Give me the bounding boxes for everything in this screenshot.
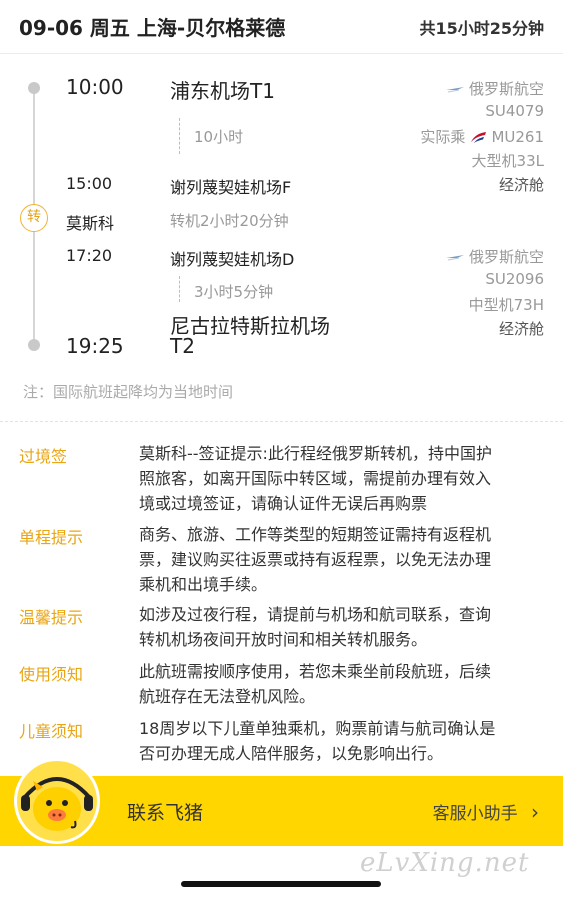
segment1-flight-no: SU4079 (485, 102, 544, 120)
chevron-right-icon: › (531, 800, 539, 824)
aeroflot-logo-icon (445, 86, 464, 92)
segment2-arrive-airport-line2: T2 (170, 334, 195, 358)
segment2-dashed-line (179, 276, 180, 302)
transfer-badge: 转 (20, 204, 48, 232)
segment1-arrive-time: 15:00 (66, 174, 113, 193)
contact-fliggy-label[interactable]: 联系飞猪 (127, 798, 203, 825)
notice-line: 转机机场夜间开放时间和相关转机服务。 (139, 630, 428, 649)
notice-label-children: 儿童须知 (19, 722, 84, 741)
segment1-operated-flight: MU261 (491, 127, 544, 146)
segment1-flight-duration: 10小时 (194, 128, 244, 146)
notice-line: 照旅客，如离开国际中转区域，需提前办理有效入 (139, 469, 492, 488)
notice-text-usage: 此航班需按顺序使用，若您未乘坐前段航班，后续 航班存在无法登机风险。 (139, 659, 549, 709)
transfer-info: 转机2小时20分钟 (170, 212, 289, 230)
notice-line: 乘机和出境手续。 (139, 575, 268, 594)
segment1-depart-time: 10:00 (66, 75, 124, 99)
segment2-flight-no: SU2096 (485, 270, 544, 288)
notice-line: 否可办理无成人陪伴服务，以免影响出行。 (139, 744, 444, 763)
segment2-depart-time: 17:20 (66, 246, 113, 265)
notice-line: 18周岁以下儿童单独乘机，购票前请与航司确认是 (139, 719, 496, 738)
segment2-arrive-time: 19:25 (66, 334, 124, 358)
watermark: eLvXing.net (360, 848, 530, 878)
route-title: 09-06 周五 上海-贝尔格莱德 (19, 16, 286, 40)
segment2-cabin: 经济舱 (498, 320, 544, 338)
transfer-city: 莫斯科 (66, 214, 115, 233)
notice-text-transit-visa: 莫斯科--签证提示:此行程经俄罗斯转机，持中国护 照旅客，如离开国际中转区域，需… (139, 441, 549, 516)
notice-line: 商务、旅游、工作等类型的短期签证需持有返程机 (139, 525, 492, 544)
segment1-operated-by: 实际乘 MU261 (420, 126, 544, 147)
route-header: 09-06 周五 上海-贝尔格莱德 共15小时25分钟 (0, 0, 563, 54)
segment2-airline-name: 俄罗斯航空 (468, 248, 544, 266)
segment1-operated-label: 实际乘 (420, 128, 466, 146)
segment2-airline: 俄罗斯航空 (445, 246, 544, 267)
notice-text-reminder: 如涉及过夜行程，请提前与机场和航司联系，查询 转机机场夜间开放时间和相关转机服务… (139, 602, 549, 652)
notice-line: 如涉及过夜行程，请提前与机场和航司联系，查询 (139, 605, 492, 624)
segment2-aircraft: 中型机73H (468, 296, 544, 314)
segment1-aircraft: 大型机33L (471, 152, 544, 170)
china-eastern-logo-icon (471, 131, 487, 143)
notice-label-transit-visa: 过境签 (19, 447, 68, 466)
segment1-airline-name: 俄罗斯航空 (468, 80, 544, 98)
segment2-depart-airport: 谢列蔑契娃机场D (170, 250, 295, 269)
notice-label-one-way: 单程提示 (19, 528, 84, 547)
fliggy-mascot-icon[interactable] (13, 757, 101, 845)
segment1-depart-airport: 浦东机场T1 (170, 79, 275, 103)
notice-text-children: 18周岁以下儿童单独乘机，购票前请与航司确认是 否可办理无成人陪伴服务，以免影响… (139, 716, 549, 766)
segment2-flight-duration: 3小时5分钟 (194, 283, 274, 301)
notice-line: 票，建议购买往返票或持有返程票，以免无法办理 (139, 550, 492, 569)
arrival-dot (28, 339, 40, 351)
notice-label-usage: 使用须知 (19, 665, 84, 684)
departure-dot (28, 82, 40, 94)
segment1-cabin: 经济舱 (498, 176, 544, 194)
notice-line: 航班存在无法登机风险。 (139, 687, 316, 706)
segment1-arrive-airport: 谢列蔑契娃机场F (170, 178, 292, 197)
local-time-note: 注：国际航班起降均为当地时间 (23, 383, 234, 401)
segment1-airline: 俄罗斯航空 (445, 78, 544, 99)
total-duration: 共15小时25分钟 (419, 19, 544, 38)
notice-text-one-way: 商务、旅游、工作等类型的短期签证需持有返程机 票，建议购买往返票或持有返程票，以… (139, 522, 549, 597)
segment1-dashed-line (179, 118, 180, 154)
notice-line: 境或过境签证，请确认证件无误后再购票 (139, 494, 428, 513)
notice-label-reminder: 温馨提示 (19, 608, 84, 627)
section-divider (0, 421, 563, 422)
notice-line: 莫斯科--签证提示:此行程经俄罗斯转机，持中国护 (139, 444, 492, 463)
customer-service-link[interactable]: 客服小助手 › (433, 799, 539, 824)
aeroflot-logo-icon (445, 254, 464, 260)
notice-line: 此航班需按顺序使用，若您未乘坐前段航班，后续 (139, 662, 492, 681)
customer-service-label: 客服小助手 (432, 804, 518, 824)
home-indicator[interactable] (181, 881, 381, 887)
